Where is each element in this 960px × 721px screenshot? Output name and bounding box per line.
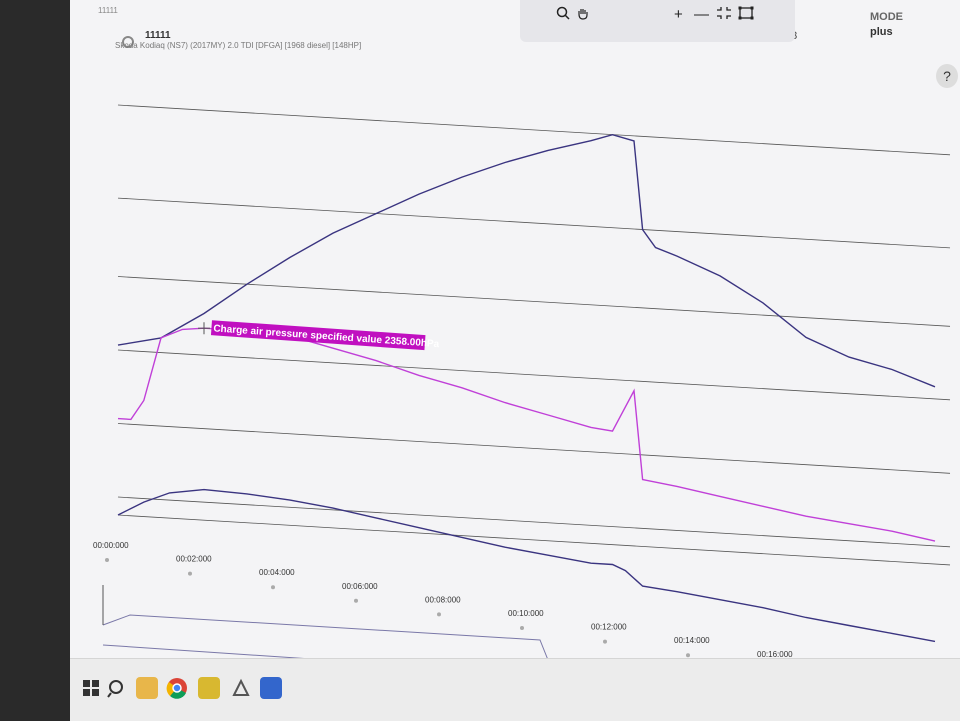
grid-line: [117, 276, 951, 327]
x-tick-label: 00:04:000: [259, 568, 295, 577]
search-icon[interactable]: [106, 677, 128, 699]
windows-taskbar: [70, 658, 960, 721]
x-tick-label: 00:02:000: [176, 555, 212, 564]
grid-line: [117, 349, 951, 401]
chart-canvas: 00:00:000 00:02:000 00:04:000 00:06:000 00:0…: [93, 104, 951, 720]
app-icon[interactable]: [260, 677, 282, 699]
chrome-icon[interactable]: [166, 677, 188, 699]
x-tick-label: 00:10:000: [508, 609, 544, 618]
x-tick-label: 00:08:000: [425, 595, 461, 604]
grid-line: [117, 514, 951, 566]
x-tick-dot: [520, 626, 524, 630]
x-tick-dot: [354, 598, 358, 603]
x-tick-label: 00:12:000: [591, 623, 627, 632]
x-tick-label: 00:00:000: [93, 541, 129, 550]
grid-line: [117, 496, 951, 548]
x-tick-dot: [188, 571, 192, 576]
x-tick-dot: [603, 639, 607, 644]
series-line: [117, 488, 936, 643]
x-tick-label: 00:06:000: [342, 582, 378, 591]
file-explorer-icon[interactable]: [136, 677, 158, 699]
grid-line: [117, 423, 951, 474]
diagnostic-app-icon[interactable]: [230, 677, 252, 699]
x-tick-dot: [105, 558, 109, 562]
x-tick-dot: [437, 612, 441, 617]
x-tick-label: 00:14:000: [674, 636, 710, 645]
series-line: [117, 133, 936, 388]
series-line: [117, 327, 936, 542]
x-tick-dot: [686, 653, 690, 658]
grid-line: [117, 104, 951, 156]
grid-line: [117, 197, 951, 249]
x-tick-dot: [271, 585, 275, 590]
log-app-icon[interactable]: [198, 677, 220, 699]
windows-start-icon[interactable]: [80, 677, 102, 699]
